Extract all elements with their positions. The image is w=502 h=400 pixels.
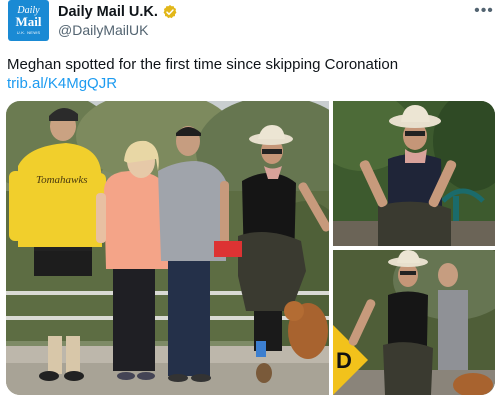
- svg-text:D: D: [336, 348, 352, 373]
- account-handle[interactable]: @DailyMailUK: [58, 22, 148, 38]
- tweet-link[interactable]: trib.al/K4MgQJR: [7, 74, 117, 93]
- display-name[interactable]: Daily Mail U.K.: [58, 4, 158, 20]
- media-grid: Tomahawks D: [6, 101, 495, 395]
- avatar-text-uk-news: U.K. NEWS: [16, 30, 41, 35]
- avatar-text-mail: Mail: [15, 14, 42, 29]
- verified-badge-icon: [162, 4, 178, 20]
- avatar[interactable]: Daily Mail U.K. NEWS: [8, 0, 49, 41]
- photo-main[interactable]: Tomahawks: [6, 101, 329, 395]
- tweet-text: Meghan spotted for the first time since …: [7, 56, 399, 73]
- photo-top-right[interactable]: [333, 101, 495, 246]
- photo-bottom-right[interactable]: D: [333, 250, 495, 395]
- more-options-icon[interactable]: •••: [472, 2, 496, 20]
- tweet-header: Daily Mail U.K. NEWS Daily Mail U.K. @Da…: [6, 0, 496, 44]
- svg-text:Tomahawks: Tomahawks: [36, 174, 88, 186]
- author-name-row: Daily Mail U.K.: [58, 3, 178, 21]
